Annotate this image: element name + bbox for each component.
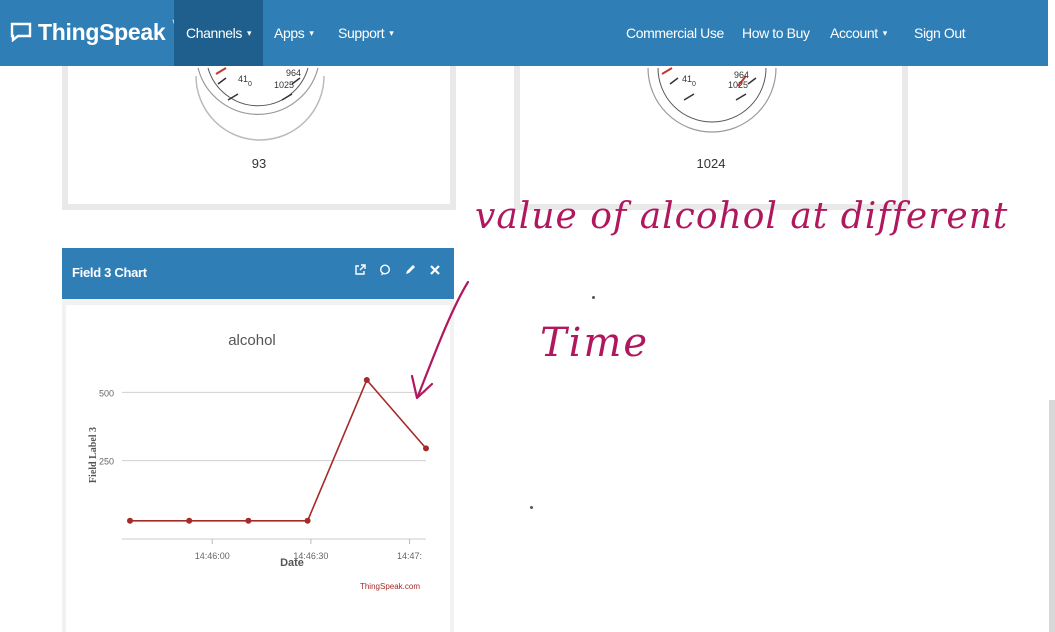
nav-channels-label: Channels (186, 25, 242, 41)
chevron-down-icon: ▾ (882, 27, 888, 38)
gauge-dial: 41 0 1025 964 (195, 67, 325, 141)
speck (592, 296, 595, 299)
gauge-panel-field-2: 41 0 1025 964 1024 (514, 66, 908, 210)
y-axis-label: Field Label 3 (88, 427, 99, 483)
nav-support[interactable]: Support ▾ (338, 0, 394, 66)
gauge-tick-label: 1025 (728, 80, 748, 90)
data-point[interactable] (186, 517, 193, 524)
nav-apps[interactable]: Apps ▾ (274, 0, 314, 66)
gauge-value: 93 (251, 156, 267, 171)
top-navbar: ThingSpeak™ Channels ▾ Apps ▾ Support ▾ … (0, 0, 1048, 66)
data-point[interactable] (363, 377, 370, 384)
y-tick-label: 500 (99, 388, 114, 398)
scrollbar-thumb[interactable] (1049, 400, 1055, 632)
chevron-down-icon: ▾ (389, 27, 394, 38)
x-axis-ticks: 14:46:00 14:46:30 14:47: (195, 539, 422, 561)
alcohol-line-chart: alcohol 250 500 14:46:00 14:46:30 14:47: Da… (88, 332, 429, 591)
nav-support-label: Support (338, 25, 385, 41)
y-tick-label: 250 (99, 457, 114, 467)
x-tick-label: 14:46:00 (195, 551, 230, 561)
data-point[interactable] (304, 517, 311, 524)
chart-series (127, 377, 429, 524)
nav-account[interactable]: Account ▾ (830, 0, 887, 66)
nav-account-label: Account (830, 25, 878, 41)
nav-sign-out-label: Sign Out (914, 25, 966, 41)
nav-channels[interactable]: Channels ▾ (174, 0, 264, 66)
chart-credit-link[interactable]: ThingSpeak.com (360, 582, 420, 591)
comment-icon[interactable] (378, 262, 392, 278)
speck (530, 506, 533, 509)
field-3-chart-panel: Field 3 Chart alcohol 250 500 14:46:00 14:… (62, 248, 454, 632)
handwritten-annotation-line-1: value of alcohol at different (475, 196, 1009, 237)
gauge-tick-label: 1025 (274, 80, 294, 90)
nav-sign-out[interactable]: Sign Out (914, 0, 966, 66)
chart-panel-actions (353, 262, 442, 278)
nav-how-to-buy[interactable]: How to Buy (742, 0, 810, 66)
chart-panel-title: Field 3 Chart (72, 265, 147, 280)
gauge-tick-label: 964 (734, 70, 749, 80)
gauge-dial: 41 0 1025 964 (647, 67, 777, 133)
x-axis-label: Date (280, 557, 304, 569)
series-line (130, 378, 427, 522)
chart-gridlines (122, 391, 426, 540)
gauge-tick-label: 0 (248, 81, 252, 88)
gauge-tick-label: 964 (286, 68, 301, 78)
external-link-icon[interactable] (353, 262, 367, 278)
chart-panel-header: Field 3 Chart (62, 248, 454, 299)
gauge-panel-field-1: 41 0 1025 964 93 (62, 66, 456, 210)
thingspeak-logo[interactable]: ThingSpeak™ (10, 14, 180, 50)
data-point[interactable] (423, 445, 429, 452)
gauge-tick-label: 41 (682, 74, 692, 84)
nav-commercial-use[interactable]: Commercial Use (626, 0, 724, 66)
chart-body: alcohol 250 500 14:46:00 14:46:30 14:47: Da… (66, 305, 450, 632)
speech-bubble-icon (10, 22, 32, 42)
gauge-value: 1024 (696, 156, 726, 171)
gauge-tick-label: 0 (692, 81, 696, 88)
chevron-down-icon: ▾ (309, 27, 314, 38)
handwritten-annotation-line-2: Time (540, 320, 650, 366)
gauge-tick-label: 41 (238, 74, 248, 84)
chart-title: alcohol (228, 332, 276, 349)
nav-apps-label: Apps (274, 25, 305, 41)
close-icon[interactable] (428, 262, 442, 278)
nav-commercial-use-label: Commercial Use (626, 25, 724, 41)
brand-name: ThingSpeak (38, 18, 166, 45)
x-tick-label: 14:47: (397, 551, 422, 561)
y-axis-ticks: 250 500 (99, 388, 114, 466)
data-point[interactable] (127, 517, 133, 524)
chevron-down-icon: ▾ (246, 27, 252, 38)
nav-how-to-buy-label: How to Buy (742, 25, 810, 41)
pencil-icon[interactable] (403, 262, 417, 278)
data-point[interactable] (245, 517, 252, 524)
